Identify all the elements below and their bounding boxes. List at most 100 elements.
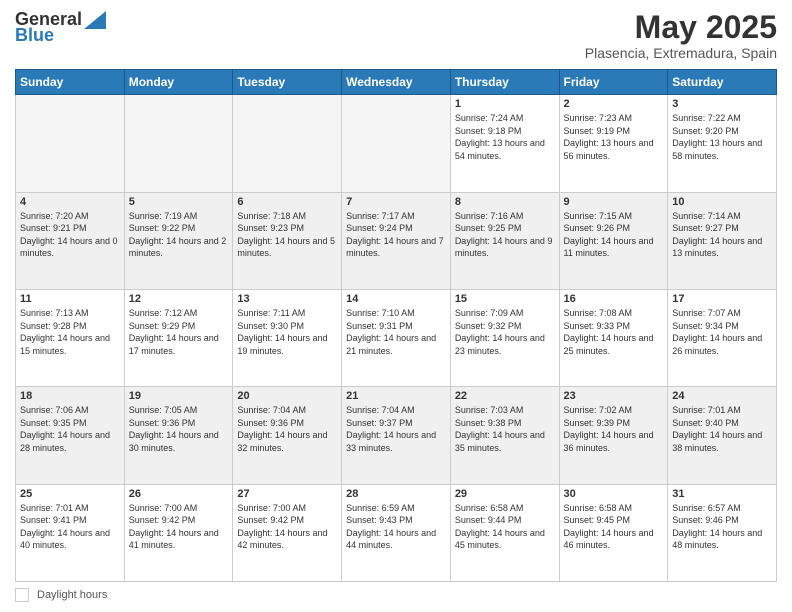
subtitle: Plasencia, Extremadura, Spain [585,45,777,61]
day-info: Sunrise: 7:13 AMSunset: 9:28 PMDaylight:… [20,307,120,357]
logo-blue: Blue [15,26,54,46]
day-info: Sunrise: 7:01 AMSunset: 9:40 PMDaylight:… [672,404,772,454]
day-info: Sunrise: 7:23 AMSunset: 9:19 PMDaylight:… [564,112,664,162]
day-info: Sunrise: 7:15 AMSunset: 9:26 PMDaylight:… [564,210,664,260]
table-row: 17Sunrise: 7:07 AMSunset: 9:34 PMDayligh… [668,289,777,386]
day-info: Sunrise: 7:10 AMSunset: 9:31 PMDaylight:… [346,307,446,357]
day-number: 10 [672,196,772,208]
day-number: 23 [564,390,664,402]
day-info: Sunrise: 7:14 AMSunset: 9:27 PMDaylight:… [672,210,772,260]
day-number: 25 [20,488,120,500]
day-number: 9 [564,196,664,208]
footer-label: Daylight hours [37,589,107,601]
table-row: 9 Sunrise: 7:15 AMSunset: 9:26 PMDaylight… [559,192,668,289]
day-info: Sunrise: 7:12 AMSunset: 9:29 PMDaylight:… [129,307,229,357]
table-row: 27 Sunrise: 7:00 AMSunset: 9:42 PMDayligh… [233,484,342,581]
day-info: Sunrise: 7:03 AMSunset: 9:38 PMDaylight:… [455,404,555,454]
day-info: Sunrise: 7:24 AMSunset: 9:18 PMDaylight:… [455,112,555,162]
table-row: 6 Sunrise: 7:18 AMSunset: 9:23 PMDaylight… [233,192,342,289]
title-block: May 2025 Plasencia, Extremadura, Spain [585,10,777,61]
day-number: 24 [672,390,772,402]
day-number: 3 [672,98,772,110]
day-number: 6 [237,196,337,208]
day-info: Sunrise: 7:01 AMSunset: 9:41 PMDaylight:… [20,502,120,552]
day-number: 15 [455,293,555,305]
table-row: 25 Sunrise: 7:01 AMSunset: 9:41 PMDayligh… [16,484,125,581]
logo: General Blue [15,10,106,46]
calendar-week-row: 25 Sunrise: 7:01 AMSunset: 9:41 PMDayligh… [16,484,777,581]
table-row: 16 Sunrise: 7:08 AMSunset: 9:33 PMDayligh… [559,289,668,386]
day-number: 30 [564,488,664,500]
table-row: 14 Sunrise: 7:10 AMSunset: 9:31 PMDayligh… [342,289,451,386]
table-row: 24 Sunrise: 7:01 AMSunset: 9:40 PMDayligh… [668,387,777,484]
table-row: 13 Sunrise: 7:11 AMSunset: 9:30 PMDayligh… [233,289,342,386]
table-row: 29 Sunrise: 6:58 AMSunset: 9:44 PMDayligh… [450,484,559,581]
table-row: 22 Sunrise: 7:03 AMSunset: 9:38 PMDayligh… [450,387,559,484]
day-info: Sunrise: 6:58 AMSunset: 9:44 PMDaylight:… [455,502,555,552]
day-info: Sunrise: 6:57 AMSunset: 9:46 PMDaylight:… [672,502,772,552]
day-info: Sunrise: 7:00 AMSunset: 9:42 PMDaylight:… [237,502,337,552]
logo-icon [84,11,106,29]
day-number: 13 [237,293,337,305]
table-row: 28Sunrise: 6:59 AMSunset: 9:43 PMDayligh… [342,484,451,581]
day-number: 29 [455,488,555,500]
calendar-header-row: Sunday Monday Tuesday Wednesday Thursday… [16,70,777,95]
table-row: 18 Sunrise: 7:06 AMSunset: 9:35 PMDayligh… [16,387,125,484]
day-info: Sunrise: 7:16 AMSunset: 9:25 PMDaylight:… [455,210,555,260]
table-row [124,95,233,192]
day-number: 5 [129,196,229,208]
table-row: 21 Sunrise: 7:04 AMSunset: 9:37 PMDayligh… [342,387,451,484]
day-info: Sunrise: 7:19 AMSunset: 9:22 PMDaylight:… [129,210,229,260]
day-number: 4 [20,196,120,208]
table-row: 23Sunrise: 7:02 AMSunset: 9:39 PMDayligh… [559,387,668,484]
day-info: Sunrise: 7:20 AMSunset: 9:21 PMDaylight:… [20,210,120,260]
footer-box [15,588,29,602]
day-number: 21 [346,390,446,402]
header-wednesday: Wednesday [342,70,451,95]
day-number: 22 [455,390,555,402]
table-row: 8 Sunrise: 7:16 AMSunset: 9:25 PMDaylight… [450,192,559,289]
day-info: Sunrise: 7:04 AMSunset: 9:36 PMDaylight:… [237,404,337,454]
calendar-week-row: 1 Sunrise: 7:24 AMSunset: 9:18 PMDaylight… [16,95,777,192]
table-row: 31Sunrise: 6:57 AMSunset: 9:46 PMDayligh… [668,484,777,581]
calendar-week-row: 11Sunrise: 7:13 AMSunset: 9:28 PMDayligh… [16,289,777,386]
day-info: Sunrise: 7:00 AMSunset: 9:42 PMDaylight:… [129,502,229,552]
day-number: 26 [129,488,229,500]
main-title: May 2025 [585,10,777,45]
calendar-week-row: 18 Sunrise: 7:06 AMSunset: 9:35 PMDayligh… [16,387,777,484]
calendar-table: Sunday Monday Tuesday Wednesday Thursday… [15,69,777,582]
day-number: 14 [346,293,446,305]
header-friday: Friday [559,70,668,95]
day-number: 1 [455,98,555,110]
table-row: 19 Sunrise: 7:05 AMSunset: 9:36 PMDayligh… [124,387,233,484]
day-info: Sunrise: 7:04 AMSunset: 9:37 PMDaylight:… [346,404,446,454]
header-thursday: Thursday [450,70,559,95]
table-row: 26 Sunrise: 7:00 AMSunset: 9:42 PMDayligh… [124,484,233,581]
day-info: Sunrise: 7:18 AMSunset: 9:23 PMDaylight:… [237,210,337,260]
table-row [16,95,125,192]
footer: Daylight hours [15,588,777,602]
day-info: Sunrise: 7:11 AMSunset: 9:30 PMDaylight:… [237,307,337,357]
day-number: 18 [20,390,120,402]
day-number: 16 [564,293,664,305]
table-row: 12 Sunrise: 7:12 AMSunset: 9:29 PMDayligh… [124,289,233,386]
day-number: 12 [129,293,229,305]
table-row: 30Sunrise: 6:58 AMSunset: 9:45 PMDayligh… [559,484,668,581]
day-info: Sunrise: 7:09 AMSunset: 9:32 PMDaylight:… [455,307,555,357]
day-number: 8 [455,196,555,208]
table-row: 7Sunrise: 7:17 AMSunset: 9:24 PMDaylight… [342,192,451,289]
day-info: Sunrise: 7:06 AMSunset: 9:35 PMDaylight:… [20,404,120,454]
table-row: 1 Sunrise: 7:24 AMSunset: 9:18 PMDaylight… [450,95,559,192]
header-monday: Monday [124,70,233,95]
day-info: Sunrise: 7:05 AMSunset: 9:36 PMDaylight:… [129,404,229,454]
table-row: 3 Sunrise: 7:22 AMSunset: 9:20 PMDaylight… [668,95,777,192]
day-info: Sunrise: 6:59 AMSunset: 9:43 PMDaylight:… [346,502,446,552]
day-number: 27 [237,488,337,500]
day-info: Sunrise: 7:22 AMSunset: 9:20 PMDaylight:… [672,112,772,162]
day-info: Sunrise: 7:08 AMSunset: 9:33 PMDaylight:… [564,307,664,357]
table-row: 2Sunrise: 7:23 AMSunset: 9:19 PMDaylight… [559,95,668,192]
calendar-week-row: 4 Sunrise: 7:20 AMSunset: 9:21 PMDaylight… [16,192,777,289]
table-row: 4 Sunrise: 7:20 AMSunset: 9:21 PMDaylight… [16,192,125,289]
day-number: 19 [129,390,229,402]
day-number: 20 [237,390,337,402]
